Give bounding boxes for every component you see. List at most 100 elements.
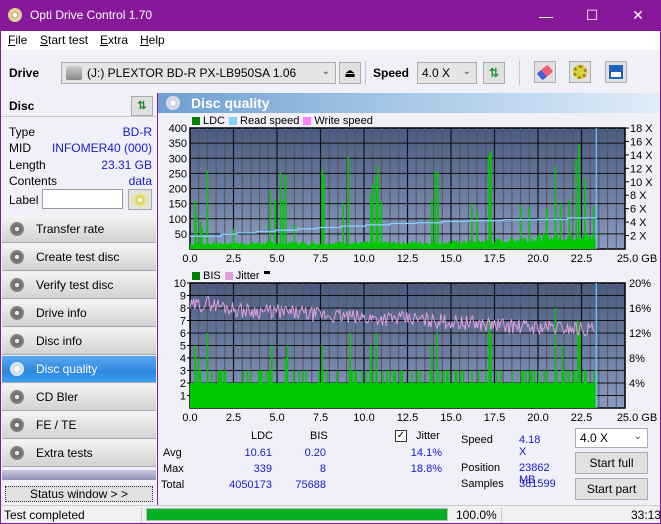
- y-tick-label-left: 2: [180, 378, 186, 390]
- nav-verify-test-disc[interactable]: Verify test disc: [2, 272, 156, 299]
- panel-header: Disc quality: [158, 93, 660, 113]
- drive-value: (J:) PLEXTOR BD-R PX-LB950SA 1.06: [87, 66, 297, 80]
- y-tick-label-right: 10 X: [630, 177, 653, 189]
- y-tick-label-left: 5: [180, 341, 186, 353]
- start-part-button[interactable]: Start part: [575, 478, 648, 500]
- progress-bar: [146, 508, 448, 521]
- disc-header-label: Disc: [9, 99, 35, 113]
- menu-help-accel: H: [140, 33, 149, 47]
- jitter-checkbox[interactable]: ✓: [395, 430, 407, 442]
- nav-fe-te[interactable]: FE / TE: [2, 412, 156, 439]
- drive-select[interactable]: (J:) PLEXTOR BD-R PX-LB950SA 1.06 ⌄: [61, 62, 336, 84]
- nav-create-test-disc[interactable]: Create test disc: [2, 244, 156, 271]
- status-window-button[interactable]: Status window > >: [5, 486, 153, 502]
- test-speed-select[interactable]: 4.0 X ⌄: [575, 428, 648, 448]
- transfer-rate-icon: [10, 222, 24, 236]
- x-tick-label: 25.0 GB: [617, 253, 657, 265]
- type-value: BD-R: [122, 125, 152, 139]
- eject-button[interactable]: ⏏: [339, 62, 361, 84]
- nav-drive-info[interactable]: Drive info: [2, 300, 156, 327]
- erase-button[interactable]: [534, 61, 556, 83]
- length-value: 23.31 GB: [101, 158, 152, 172]
- col-ldc-header: LDC: [251, 430, 274, 442]
- y-tick-label-right: 12%: [629, 328, 651, 340]
- position-label: Position: [461, 462, 501, 474]
- refresh-icon: ⇅: [488, 66, 500, 80]
- status-bar: Test completed 100.0% 33:13: [1, 505, 661, 523]
- x-tick-label: 15.0: [440, 412, 461, 423]
- refresh-button[interactable]: ⇅: [483, 62, 505, 84]
- minimize-button[interactable]: —: [523, 0, 569, 31]
- test-speed-value: 4.0 X: [580, 431, 609, 445]
- x-tick-label: 5.0: [269, 253, 284, 265]
- bis-jitter-chart: 0.0 2.5 5.0 7.5 10.0 12.5 15.0 17.5 20.0 22.5 25.0…: [174, 278, 657, 423]
- disc-quality-panel: Disc quality LDC Read speed Write speed …: [158, 93, 660, 505]
- y-tick-label-left: 200: [169, 184, 187, 196]
- length-label: Length: [9, 158, 46, 172]
- x-tick-label: 17.5: [484, 412, 505, 423]
- panel-title: Disc quality: [191, 95, 270, 111]
- disc-info-icon: [10, 334, 24, 348]
- nav-label: Extra tests: [36, 446, 93, 460]
- nav-label: Drive info: [36, 306, 87, 320]
- x-tick-label: 0.0: [182, 412, 197, 423]
- max-jitter: 18.8%: [410, 463, 442, 475]
- x-tick-label: 12.5: [397, 253, 418, 265]
- speed-select[interactable]: 4.0 X ⌄: [417, 62, 477, 84]
- y-tick-label-left: 350: [169, 138, 187, 150]
- y-tick-label-right: 2 X: [630, 231, 647, 243]
- y-tick-label-right: 4%: [629, 378, 645, 390]
- x-tick-label: 12.5: [397, 412, 418, 423]
- nav-transfer-rate[interactable]: Transfer rate: [2, 216, 156, 243]
- samples-value: 381599: [519, 478, 556, 490]
- status-text: Test completed: [4, 508, 85, 522]
- start-full-button[interactable]: Start full: [575, 452, 648, 474]
- eject-icon: ⏏: [344, 66, 356, 80]
- max-label: Max: [163, 463, 184, 475]
- nav-label: Disc info: [36, 334, 83, 348]
- label-input[interactable]: [42, 189, 123, 209]
- chevron-down-icon: ⌄: [462, 66, 471, 77]
- drive-icon: [66, 66, 82, 80]
- chevron-down-icon: ⌄: [633, 431, 642, 442]
- settings-button[interactable]: [569, 61, 591, 83]
- y-tick-label-right: 16%: [629, 303, 651, 315]
- menu-extra[interactable]: Extra: [100, 33, 128, 47]
- toolbar-separator: [365, 61, 366, 85]
- save-button[interactable]: [605, 61, 627, 83]
- x-tick-label: 10.0: [353, 412, 374, 423]
- fe-te-icon: [10, 418, 24, 432]
- left-panel: Disc ⇅ Type BD-R MID INFOMER40 (000) Lengt…: [1, 93, 157, 505]
- nav-cd-bler[interactable]: CD Bler: [2, 384, 156, 411]
- label-disc-button[interactable]: [128, 189, 152, 210]
- nav-label: CD Bler: [36, 390, 79, 404]
- close-button[interactable]: ✕: [615, 0, 661, 31]
- disc-refresh-button[interactable]: ⇅: [131, 96, 153, 116]
- total-label: Total: [161, 479, 185, 491]
- speed-value: 4.0 X: [422, 66, 451, 80]
- elapsed-time: 33:13: [631, 508, 661, 522]
- speed-label: Speed: [461, 434, 493, 446]
- nav-disc-info[interactable]: Disc info: [2, 328, 156, 355]
- nav-label: Create test disc: [36, 250, 120, 264]
- menu-file[interactable]: File: [8, 33, 27, 47]
- label-label: Label: [9, 193, 39, 207]
- contents-label: Contents: [9, 174, 58, 188]
- menu-help[interactable]: Help: [140, 33, 165, 47]
- x-tick-label: 2.5: [226, 412, 241, 423]
- speed-label: Speed: [373, 66, 410, 80]
- menu-start-test-accel: S: [40, 33, 49, 47]
- y-tick-label-left: 3: [180, 366, 186, 378]
- disc-quality-icon: [166, 96, 180, 110]
- x-tick-label: 0.0: [182, 253, 197, 265]
- menu-start-test[interactable]: Start test: [40, 33, 88, 47]
- nav-disc-quality[interactable]: Disc quality: [2, 356, 156, 383]
- disc-quality-icon: [10, 362, 24, 376]
- maximize-button[interactable]: ☐: [569, 0, 615, 31]
- mid-label: MID: [9, 141, 31, 155]
- legend-marker: [263, 270, 270, 274]
- avg-label: Avg: [163, 447, 182, 459]
- nav-extra-tests[interactable]: Extra tests: [2, 440, 156, 467]
- chevron-down-icon: ⌄: [321, 66, 330, 77]
- refresh-icon: ⇅: [137, 100, 147, 112]
